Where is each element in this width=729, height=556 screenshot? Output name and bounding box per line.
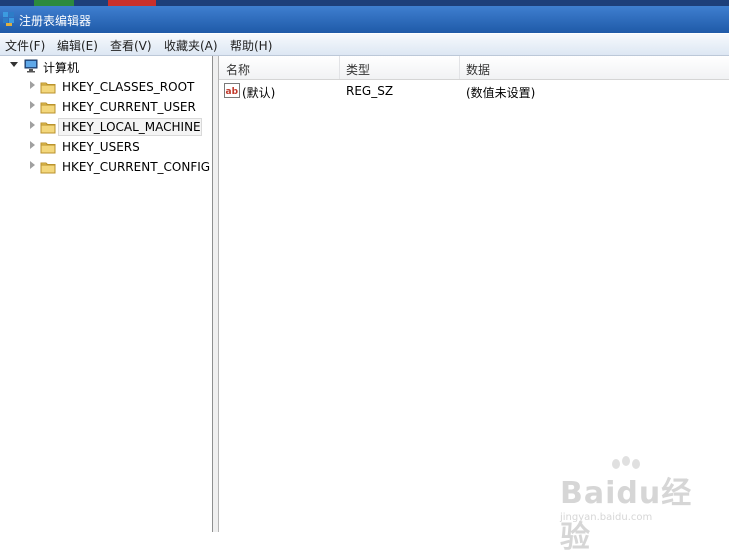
menu-edit[interactable]: 编辑(E) [57,37,98,54]
tree-item-label: HKEY_CURRENT_CONFIG [62,160,211,174]
tree-item-hkcu[interactable]: HKEY_CURRENT_USER [0,98,210,116]
window-title: 注册表编辑器 [19,14,92,28]
expand-icon[interactable] [30,141,35,149]
menu-view[interactable]: 查看(V) [110,37,152,54]
value-type: REG_SZ [346,84,394,98]
computer-icon [24,59,38,73]
expand-icon[interactable] [30,81,35,89]
title-bar[interactable]: 注册表编辑器 [0,6,729,33]
list-header: 名称 类型 数据 [219,56,729,80]
column-separator[interactable] [339,56,340,79]
tree-item-label: HKEY_CURRENT_USER [62,100,196,114]
watermark-url: jingyan.baidu.com [560,512,653,523]
folder-icon [40,122,56,134]
column-separator[interactable] [459,56,460,79]
menu-help[interactable]: 帮助(H) [230,37,272,54]
tree-item-hkcr[interactable]: HKEY_CLASSES_ROOT [0,78,210,96]
tree-item-label: HKEY_CLASSES_ROOT [62,80,195,94]
tree-root-label: 计算机 [43,61,80,75]
baidu-watermark: Baidu经验 jingyan.baidu.com [560,456,720,555]
value-data: (数值未设置) [466,86,536,100]
tree-item-label: HKEY_USERS [62,140,140,154]
tree-item-label: HKEY_LOCAL_MACHINE [62,120,201,134]
tree-item-hkcc[interactable]: HKEY_CURRENT_CONFIG [0,158,210,176]
expand-icon[interactable] [30,101,35,109]
menu-bar: 文件(F) 编辑(E) 查看(V) 收藏夹(A) 帮助(H) [0,34,729,56]
string-value-icon: ab [224,83,240,98]
tree-root-computer[interactable]: 计算机 [0,58,210,76]
registry-editor-icon [3,12,14,26]
column-header-data[interactable]: 数据 [466,61,490,78]
folder-icon [40,102,56,114]
menu-file[interactable]: 文件(F) [5,37,45,54]
tree-item-hklm[interactable]: HKEY_LOCAL_MACHINE [0,118,210,136]
column-header-name[interactable]: 名称 [226,61,250,78]
folder-icon [40,162,56,174]
expand-icon[interactable] [30,161,35,169]
tree-pane[interactable]: 计算机 HKEY_CLASSES_ROOT HKEY_CURRENT_USER … [0,56,213,532]
expand-icon[interactable] [30,121,35,129]
collapse-icon[interactable] [10,62,18,67]
column-header-type[interactable]: 类型 [346,61,370,78]
folder-icon [40,142,56,154]
value-name: (默认) [242,86,276,100]
menu-favorites[interactable]: 收藏夹(A) [164,37,218,54]
folder-icon [40,82,56,94]
svg-text:ab: ab [226,87,239,97]
tree-item-hku[interactable]: HKEY_USERS [0,138,210,156]
